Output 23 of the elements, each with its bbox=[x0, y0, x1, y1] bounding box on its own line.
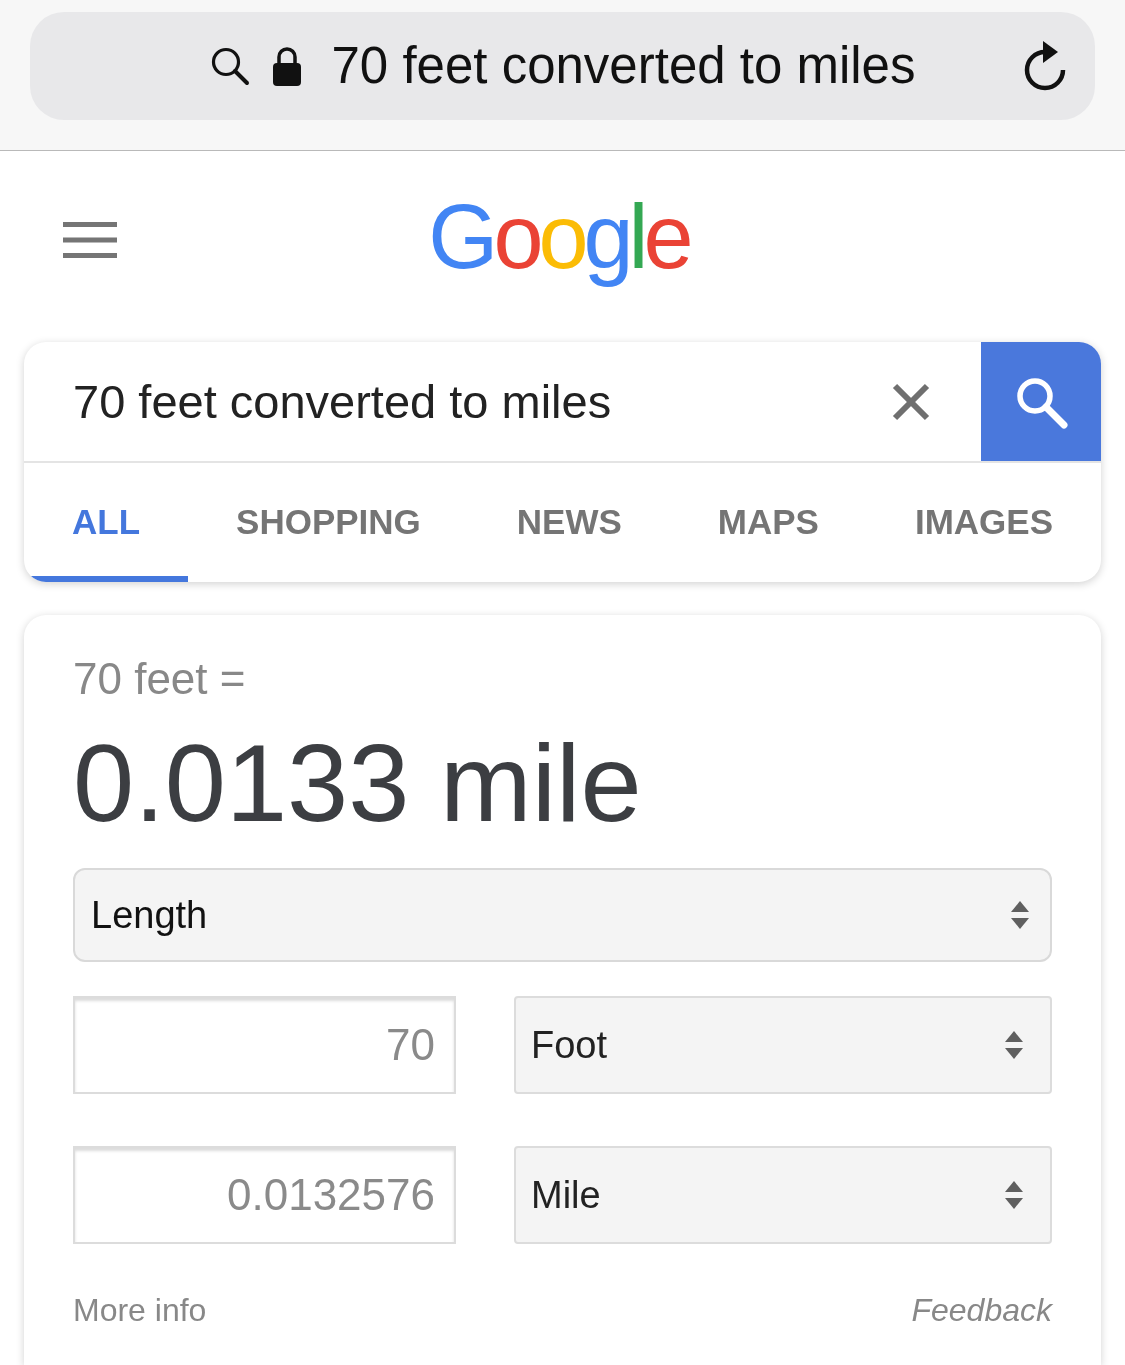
address-bar[interactable]: 70 feet converted to miles bbox=[30, 12, 1095, 120]
search-field[interactable]: 70 feet converted to miles bbox=[24, 342, 892, 461]
tab[interactable]: MAPS bbox=[669, 463, 867, 582]
more-info-link[interactable]: More info bbox=[73, 1290, 207, 1330]
tab[interactable]: SHOPPING bbox=[188, 463, 469, 582]
tab[interactable]: ALL bbox=[24, 463, 189, 582]
menu-icon[interactable] bbox=[63, 222, 117, 258]
unit-select[interactable]: Foot bbox=[514, 996, 1052, 1094]
address-text: 70 feet converted to miles bbox=[331, 36, 916, 96]
tab[interactable]: IMAGES bbox=[866, 463, 1101, 582]
search-button[interactable] bbox=[981, 342, 1101, 461]
value-field[interactable]: 70 bbox=[73, 996, 456, 1094]
reload-icon[interactable] bbox=[1022, 40, 1068, 92]
input-label: 70 feet = bbox=[73, 653, 247, 705]
category-select[interactable]: Length bbox=[73, 868, 1052, 962]
unit-select[interactable]: Mile bbox=[514, 1146, 1052, 1244]
tab[interactable]: NEWS bbox=[468, 463, 670, 582]
feedback-link[interactable]: Feedback bbox=[911, 1290, 1052, 1330]
search-icon bbox=[209, 46, 250, 86]
value-field[interactable]: 0.0132576 bbox=[73, 1146, 456, 1244]
result-value: 0.0133 mile bbox=[73, 728, 643, 838]
close-icon[interactable] bbox=[892, 382, 930, 421]
logo: Google bbox=[428, 186, 691, 289]
